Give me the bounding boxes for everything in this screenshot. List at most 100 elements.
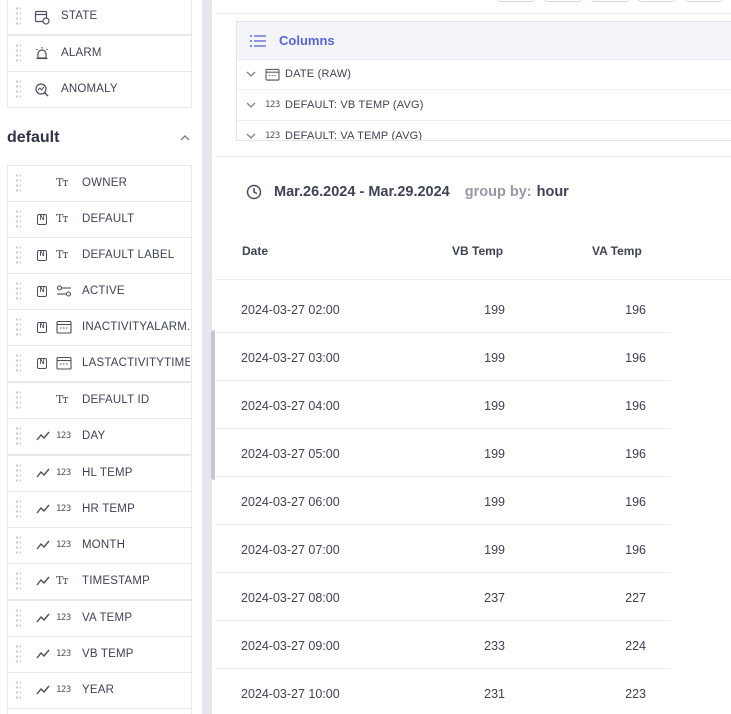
- cell-va-temp: 196: [625, 303, 646, 317]
- cell-va-temp: 227: [625, 591, 646, 605]
- key-icon: N: [37, 214, 47, 225]
- field-item-month[interactable]: 123 MONTH: [7, 527, 192, 564]
- drag-handle-icon[interactable]: [15, 281, 21, 301]
- field-label: TIMESTAMP: [82, 575, 151, 587]
- field-item-state[interactable]: STATE: [7, 0, 192, 35]
- drag-handle-icon[interactable]: [15, 173, 21, 193]
- number-type-icon: 123: [56, 504, 71, 514]
- column-header-vb-temp[interactable]: VB Temp: [452, 244, 503, 258]
- field-item-alarm[interactable]: ALARM: [7, 35, 192, 72]
- field-label: ALARM: [61, 47, 102, 59]
- toolbar-button[interactable]: [685, 0, 723, 2]
- field-label: YEAR: [82, 684, 115, 696]
- cell-vb-temp: 199: [484, 495, 505, 509]
- group-by-value: hour: [536, 184, 569, 200]
- field-item-default-label[interactable]: N Tт DEFAULT LABEL: [7, 237, 192, 274]
- field-label: MONTH: [82, 539, 126, 551]
- field-item-hr-temp[interactable]: 123 HR TEMP: [7, 491, 192, 528]
- alarm-icon: [36, 47, 48, 60]
- cell-date: 2024-03-27 04:00: [241, 399, 340, 413]
- drag-handle-icon[interactable]: [15, 6, 21, 26]
- toolbar-button[interactable]: [638, 0, 676, 2]
- field-label: ANOMALY: [61, 83, 118, 95]
- number-type-icon: 123: [56, 468, 71, 478]
- field-item-inactivityalarm[interactable]: N INACTIVITYALARM...: [7, 309, 192, 346]
- number-type-icon: 123: [56, 540, 71, 550]
- field-item-timestamp[interactable]: Tт TIMESTAMP: [7, 563, 192, 600]
- drag-handle-icon[interactable]: [15, 571, 21, 591]
- field-item-va-temp[interactable]: 123 VA TEMP: [7, 600, 192, 637]
- cell-va-temp: 196: [625, 351, 646, 365]
- key-icon: N: [37, 286, 47, 297]
- field-item-lastactivitytime[interactable]: N LASTACTIVITYTIME: [7, 345, 192, 382]
- toolbar-button[interactable]: [544, 0, 582, 2]
- field-item-anomaly[interactable]: ANOMALY: [7, 71, 192, 108]
- drag-handle-icon[interactable]: [15, 535, 21, 555]
- field-item-day[interactable]: 123 DAY: [7, 418, 192, 455]
- drag-handle-icon[interactable]: [15, 608, 21, 628]
- date-range-row: Mar.26.2024 - Mar.29.2024 group by: hour: [246, 180, 569, 204]
- text-type-icon: Tт: [56, 248, 68, 261]
- drag-handle-icon[interactable]: [15, 43, 21, 63]
- field-item-vb-temp[interactable]: 123 VB TEMP: [7, 636, 192, 673]
- table-header: Date VB Temp VA Temp: [215, 226, 731, 280]
- field-item-active[interactable]: N ACTIVE: [7, 273, 192, 310]
- group-by-label: group by:: [464, 184, 532, 200]
- drag-handle-icon[interactable]: [15, 245, 21, 265]
- cell-va-temp: 196: [625, 543, 646, 557]
- drag-handle-icon[interactable]: [15, 209, 21, 229]
- column-header-va-temp[interactable]: VA Temp: [592, 244, 642, 258]
- field-label: STATE: [61, 10, 98, 22]
- chevron-down-icon[interactable]: [245, 69, 257, 79]
- chevron-down-icon[interactable]: [245, 131, 257, 141]
- field-label: ACTIVE: [82, 285, 125, 297]
- number-type-icon: 123: [265, 131, 280, 141]
- drag-handle-icon[interactable]: [15, 499, 21, 519]
- field-item-hl-temp[interactable]: 123 HL TEMP: [7, 455, 192, 492]
- table-row: 2024-03-27 02:00 199 196: [215, 285, 670, 333]
- toolbar-button[interactable]: [591, 0, 629, 2]
- field-item-default[interactable]: N Tт DEFAULT: [7, 201, 192, 238]
- drag-handle-icon[interactable]: [15, 463, 21, 483]
- column-header-date[interactable]: Date: [242, 244, 268, 258]
- field-label: OWNER: [82, 177, 128, 189]
- cell-date: 2024-03-27 08:00: [241, 591, 340, 605]
- number-type-icon: 123: [56, 431, 71, 441]
- toggle-type-icon: [56, 285, 72, 297]
- cell-vb-temp: 233: [484, 639, 505, 653]
- columns-header[interactable]: Columns: [237, 22, 731, 60]
- date-range: Mar.26.2024 - Mar.29.2024: [274, 184, 450, 200]
- drag-handle-icon[interactable]: [15, 353, 21, 373]
- section-title[interactable]: default: [7, 129, 59, 147]
- table-row: 2024-03-27 08:00 237 227: [215, 573, 670, 621]
- chevron-down-icon[interactable]: [245, 100, 257, 110]
- toolbar-button[interactable]: [497, 0, 535, 2]
- field-label: VB TEMP: [82, 648, 134, 660]
- cell-vb-temp: 199: [484, 399, 505, 413]
- column-row-vb-temp[interactable]: 123 DEFAULT: VB TEMP (AVG): [237, 91, 731, 121]
- clock-icon: [246, 184, 262, 200]
- cell-va-temp: 196: [625, 399, 646, 413]
- field-item-default-id[interactable]: Tт DEFAULT ID: [7, 382, 192, 419]
- drag-handle-icon[interactable]: [15, 680, 21, 700]
- key-icon: N: [37, 250, 47, 261]
- trend-icon: [36, 504, 50, 514]
- field-item-year[interactable]: 123 YEAR: [7, 672, 192, 709]
- drag-handle-icon[interactable]: [15, 644, 21, 664]
- trend-icon: [36, 613, 50, 623]
- number-type-icon: 123: [56, 613, 71, 623]
- drag-handle-icon[interactable]: [15, 79, 21, 99]
- drag-handle-icon[interactable]: [15, 426, 21, 446]
- field-item-owner[interactable]: Tт OWNER: [7, 165, 192, 202]
- column-row-date[interactable]: DATE (RAW): [237, 60, 731, 90]
- column-row-va-temp[interactable]: 123 DEFAULT: VA TEMP (AVG): [237, 122, 731, 141]
- key-icon: N: [37, 358, 47, 369]
- field-item-partial[interactable]: [7, 708, 192, 714]
- chevron-up-icon[interactable]: [178, 131, 192, 145]
- cell-vb-temp: 237: [484, 591, 505, 605]
- text-type-icon: Tт: [56, 393, 68, 406]
- date-type-icon: [265, 68, 280, 81]
- drag-handle-icon[interactable]: [15, 317, 21, 337]
- drag-handle-icon[interactable]: [15, 390, 21, 410]
- cell-vb-temp: 199: [484, 543, 505, 557]
